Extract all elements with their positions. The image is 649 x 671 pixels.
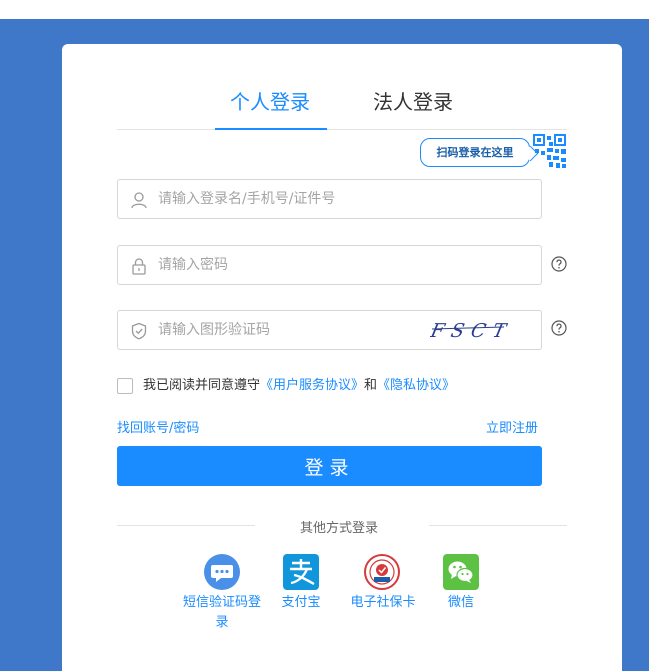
agreement-text: 我已阅读并同意遵守《用户服务协议》和《隐私协议》 <box>143 377 455 395</box>
social-security-card-icon <box>364 554 400 590</box>
alipay-icon <box>283 554 319 590</box>
user-service-agreement-link[interactable]: 《用户服务协议》 <box>260 378 364 393</box>
captcha-help-icon[interactable] <box>551 320 567 336</box>
login-button[interactable]: 登录 <box>117 446 542 486</box>
other-methods-divider-left <box>117 525 255 526</box>
find-account-link[interactable]: 找回账号/密码 <box>117 417 199 436</box>
tab-personal-login[interactable]: 个人登录 <box>230 88 310 116</box>
register-link[interactable]: 立即注册 <box>486 417 538 436</box>
password-help-icon[interactable] <box>551 256 567 272</box>
shield-icon <box>131 322 147 340</box>
qr-code-icon[interactable] <box>533 134 567 169</box>
wechat-label: 微信 <box>447 595 474 610</box>
captcha-text: FSCT <box>430 319 510 342</box>
agreement-prefix: 我已阅读并同意遵守 <box>143 378 261 393</box>
password-input[interactable] <box>158 247 438 283</box>
lock-icon <box>132 258 146 275</box>
sms-icon <box>204 554 240 590</box>
agreement-joiner: 和 <box>364 378 378 393</box>
qr-login-hint: 扫码登录在这里 <box>420 138 530 167</box>
captcha-image[interactable]: FSCT <box>430 317 510 343</box>
agreement-checkbox[interactable] <box>117 378 133 394</box>
other-methods-label: 其他方式登录 <box>300 521 379 536</box>
other-methods-divider-right <box>429 525 567 526</box>
active-tab-indicator <box>215 128 327 130</box>
captcha-field[interactable]: FSCT <box>117 310 542 350</box>
social-security-card-label: 电子社保卡 <box>350 595 416 610</box>
username-field[interactable] <box>117 179 542 219</box>
alipay-label: 支付宝 <box>281 595 321 610</box>
login-card: 个人登录 法人登录 扫码登录在这里 请输入登录名/手机号/证件号 请输入图形验证… <box>62 44 622 671</box>
username-input[interactable] <box>158 181 438 217</box>
sms-login-label: 短信验证码登录 <box>182 595 261 630</box>
captcha-input[interactable] <box>158 312 438 348</box>
privacy-agreement-link[interactable]: 《隐私协议》 <box>377 378 455 393</box>
password-field[interactable] <box>117 245 542 285</box>
tab-legal-person-login[interactable]: 法人登录 <box>373 88 453 116</box>
tabs-divider <box>117 129 567 130</box>
user-icon <box>131 192 147 209</box>
wechat-icon <box>443 554 479 590</box>
